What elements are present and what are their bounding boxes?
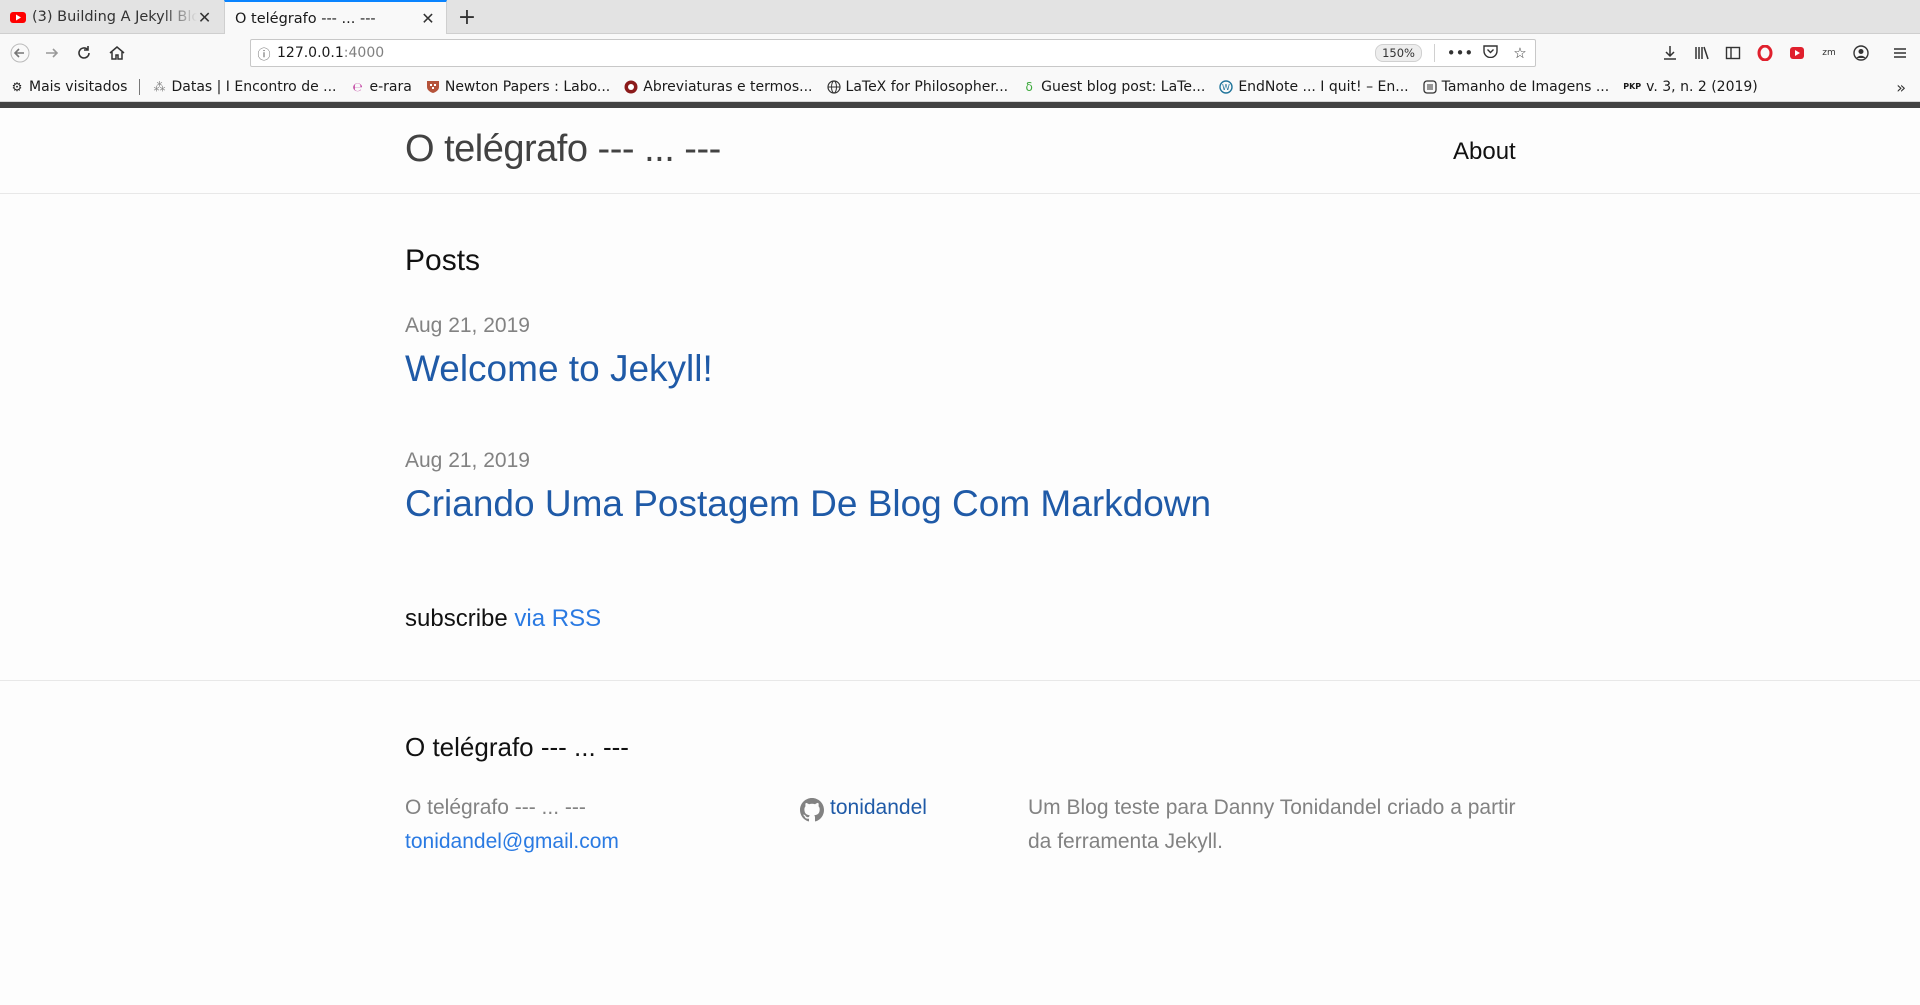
gear-icon: ⚙ [11,79,23,94]
library-button[interactable] [1688,39,1716,67]
back-button[interactable] [6,39,34,67]
footer-heading: O telégrafo --- ... --- [405,732,629,762]
bookmark-label: Newton Papers : Labo... [444,78,611,95]
subscribe-text: subscribe [405,605,508,632]
tab-title: (3) Building A Jekyll Blog [32,9,198,25]
bookmark-label: Guest blog post: LaTe... [1041,78,1206,95]
bookmark-item[interactable]: ℮ e-rara [351,78,412,95]
bookmark-item[interactable]: LaTeX for Philosopher... [826,78,1009,95]
home-button[interactable] [103,39,131,67]
menu-button[interactable] [1886,39,1914,67]
download-icon [1664,46,1676,60]
shield-icon [426,80,439,93]
bookmark-label: v. 3, n. 2 (2019) [1646,78,1758,95]
account-button[interactable] [1847,39,1875,67]
footer-email-link[interactable]: tonidandel@gmail.com [405,825,619,859]
new-tab-button[interactable]: + [453,0,481,34]
bookmark-item[interactable]: δ Guest blog post: LaTe... [1022,79,1205,95]
opera-icon [1757,45,1773,61]
nav-link-about[interactable]: About [1453,138,1516,166]
sidebar-button[interactable] [1719,39,1747,67]
close-tab-icon[interactable]: ✕ [197,8,212,27]
bookmark-item[interactable]: Abreviaturas e termos... [624,78,813,95]
bookmark-label: Mais visitados [29,78,128,95]
account-icon [1853,45,1869,61]
video-extension-icon [1790,47,1804,59]
bookmark-label: Abreviaturas e termos... [643,78,813,95]
forward-button[interactable] [38,39,66,67]
url-bar[interactable]: ⓘ 127.0.0.1 :4000 150% ••• ☆ [250,39,1536,67]
leaf-icon: δ [1025,79,1033,94]
svg-text:W: W [1222,83,1230,92]
globe-icon [826,79,841,94]
bookmark-item[interactable]: PKP v. 3, n. 2 (2019) [1623,79,1758,95]
page-actions-icon[interactable]: ••• [1445,44,1475,62]
bookmark-item[interactable]: ⚙ Mais visitados [10,78,128,95]
chevron-double-right-icon[interactable]: » [1896,78,1906,97]
home-icon [109,46,125,60]
tab-active[interactable]: O telégrafo --- ... --- ✕ [224,0,447,35]
pkp-icon: PKP [1623,82,1642,91]
video-extension-button[interactable] [1783,39,1811,67]
pocket-icon[interactable] [1475,44,1505,62]
bookmark-label: LaTeX for Philosopher... [845,78,1009,95]
post-link[interactable]: Criando Uma Postagem De Blog Com Markdow… [405,483,1211,525]
bookmark-item[interactable]: Tamanho de Imagens ... [1422,78,1610,95]
bookmark-star-icon[interactable]: ☆ [1505,44,1535,62]
bookmark-label: Tamanho de Imagens ... [1441,78,1610,95]
github-username: tonidandel [830,796,927,819]
footer-site-name: O telégrafo --- ... --- [405,796,586,819]
bookmark-separator [139,78,141,95]
tab-strip: (3) Building A Jekyll Blog ✕ O telégrafo… [0,0,1920,35]
rss-link[interactable]: via RSS [514,605,601,632]
sidebar-icon [1725,46,1741,60]
reload-icon [78,46,90,59]
rss-subscribe: subscribe via RSS [405,605,601,633]
forward-arrow-icon [46,48,59,58]
opera-extension-button[interactable] [1751,39,1779,67]
github-icon [800,798,824,822]
back-arrow-icon [10,43,30,63]
post-link[interactable]: Welcome to Jekyll! [405,348,713,390]
close-tab-icon[interactable]: ✕ [420,9,436,28]
doc-icon [1422,79,1437,94]
site-header: O telégrafo --- ... --- About [0,108,1920,194]
zoom-extension-icon: zm [1822,48,1836,58]
wordpress-icon: W [1219,79,1234,94]
post-list-heading: Posts [405,244,481,277]
tab-title: O telégrafo --- ... --- [235,10,376,27]
reload-button[interactable] [70,39,98,67]
site-footer: O telégrafo --- ... --- O telégrafo --- … [0,680,1920,1005]
zoom-indicator[interactable]: 150% [1375,44,1422,62]
post-date: Aug 21, 2019 [405,449,530,472]
info-icon[interactable]: ⓘ [251,44,277,63]
bookmark-item[interactable]: W EndNote ... I quit! – En... [1219,78,1409,95]
post-date: Aug 21, 2019 [405,314,530,337]
site-icon: ⁂ [153,79,166,94]
navigation-toolbar: ⓘ 127.0.0.1 :4000 150% ••• ☆ zm [0,34,1920,72]
downloads-button[interactable] [1656,39,1684,67]
url-port: :4000 [343,45,385,61]
footer-description: Um Blog teste para Danny Tonidandel cria… [1028,796,1516,853]
zoom-extension-button[interactable]: zm [1815,39,1843,67]
footer-social[interactable]: tonidandel [800,791,927,825]
tab-youtube[interactable]: (3) Building A Jekyll Blog ✕ [0,0,222,34]
bookmark-label: e-rara [369,78,412,95]
library-icon [1695,46,1709,60]
site-title[interactable]: O telégrafo --- ... --- [405,128,721,171]
circle-logo-icon [624,80,638,93]
bookmark-item[interactable]: ⁂ Datas | I Encontro de ... [152,79,336,95]
bookmark-item[interactable]: Newton Papers : Labo... [426,79,610,95]
url-host: 127.0.0.1 [277,45,344,61]
bookmark-label: Datas | I Encontro de ... [171,78,337,95]
hamburger-menu-icon [1894,48,1906,58]
e-rara-icon: ℮ [352,79,363,94]
bookmarks-toolbar: ⚙ Mais visitados ⁂ Datas | I Encontro de… [0,72,1920,102]
bookmark-label: EndNote ... I quit! – En... [1238,78,1409,95]
youtube-icon [10,12,26,23]
footer-contact: O telégrafo --- ... --- tonidandel@gmail… [405,791,619,859]
